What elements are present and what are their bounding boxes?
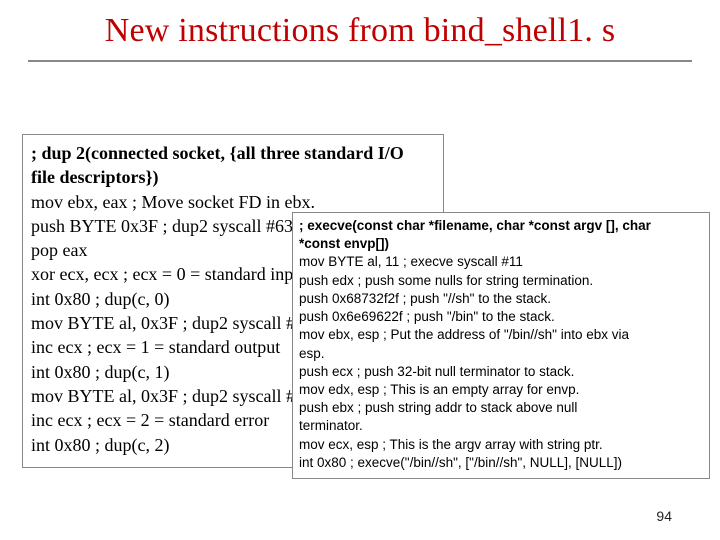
code-line: push ecx ; push 32-bit null terminator t… <box>299 363 703 381</box>
code-line: push 0x6e69622f ; push "/bin" to the sta… <box>299 308 703 326</box>
code-header-line: *const envp[]) <box>299 235 703 253</box>
code-header-line: ; dup 2(connected socket, {all three sta… <box>31 141 435 165</box>
slide: New instructions from bind_shell1. s ; d… <box>0 0 720 540</box>
code-line: push 0x68732f2f ; push "//sh" to the sta… <box>299 290 703 308</box>
code-line: mov ecx, esp ; This is the argv array wi… <box>299 436 703 454</box>
code-header-line: ; execve(const char *filename, char *con… <box>299 217 703 235</box>
page-number: 94 <box>656 508 672 524</box>
code-line: push ebx ; push string addr to stack abo… <box>299 399 703 417</box>
code-box-execve: ; execve(const char *filename, char *con… <box>292 212 710 479</box>
code-line: int 0x80 ; execve("/bin//sh", ["/bin//sh… <box>299 454 703 472</box>
code-line: mov BYTE al, 11 ; execve syscall #11 <box>299 253 703 271</box>
code-line: mov ebx, esp ; Put the address of "/bin/… <box>299 326 703 344</box>
code-line: esp. <box>299 345 703 363</box>
code-line: terminator. <box>299 417 703 435</box>
title-divider <box>28 60 692 62</box>
code-line: mov edx, esp ; This is an empty array fo… <box>299 381 703 399</box>
code-line: push edx ; push some nulls for string te… <box>299 272 703 290</box>
code-header-line: file descriptors}) <box>31 165 435 189</box>
slide-title: New instructions from bind_shell1. s <box>28 12 692 50</box>
code-line: mov ebx, eax ; Move socket FD in ebx. <box>31 190 435 214</box>
